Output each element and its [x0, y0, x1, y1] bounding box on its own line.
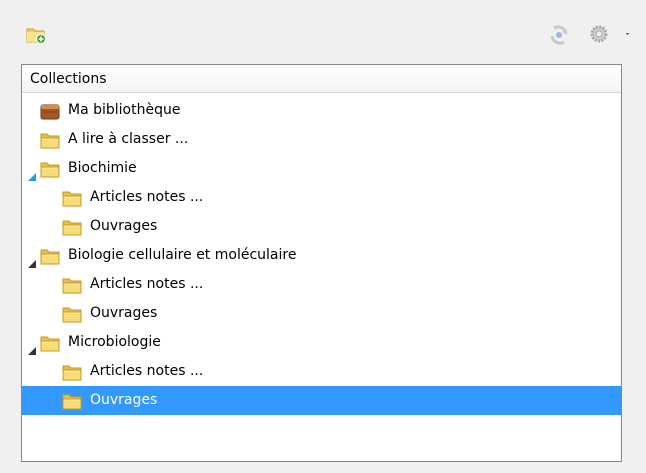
collection-label: Ouvrages — [90, 218, 158, 234]
collapse-twisty-icon[interactable] — [27, 164, 37, 181]
collection-label: Ma bibliothèque — [68, 102, 181, 118]
collapse-twisty-icon[interactable] — [27, 251, 37, 268]
collection-label: Biochimie — [68, 160, 137, 176]
collection-item[interactable]: Microbiologie — [22, 328, 621, 357]
collection-item[interactable]: Ouvrages — [22, 212, 621, 241]
gear-icon[interactable] — [588, 23, 632, 45]
folder-icon — [62, 276, 82, 294]
folder-icon — [40, 160, 60, 178]
collection-label: A lire à classer ... — [68, 131, 189, 147]
collection-label: Ouvrages — [90, 392, 158, 408]
collection-label: Biologie cellulaire et moléculaire — [68, 247, 297, 263]
collection-item[interactable]: Articles notes ... — [22, 183, 621, 212]
collection-item[interactable]: Articles notes ... — [22, 270, 621, 299]
collection-label: Microbiologie — [68, 334, 161, 350]
library-icon — [40, 102, 60, 120]
collections-header: Collections — [22, 65, 621, 93]
collection-label: Ouvrages — [90, 305, 158, 321]
folder-icon — [62, 189, 82, 207]
collection-item[interactable]: Ma bibliothèque — [22, 96, 621, 125]
folder-icon — [40, 131, 60, 149]
collapse-twisty-icon[interactable] — [27, 338, 37, 355]
collection-item[interactable]: Biologie cellulaire et moléculaire — [22, 241, 621, 270]
collection-item[interactable]: Biochimie — [22, 154, 621, 183]
folder-icon — [62, 305, 82, 323]
folder-add-icon[interactable] — [26, 26, 46, 44]
collection-label: Articles notes ... — [90, 189, 204, 205]
collection-item[interactable]: A lire à classer ... — [22, 125, 621, 154]
collection-label: Articles notes ... — [90, 276, 204, 292]
collection-item[interactable]: Ouvrages — [22, 299, 621, 328]
sync-icon[interactable] — [548, 24, 570, 46]
collection-item[interactable]: Articles notes ... — [22, 357, 621, 386]
collection-label: Articles notes ... — [90, 363, 204, 379]
folder-icon — [40, 334, 60, 352]
folder-icon — [62, 218, 82, 236]
folder-icon — [62, 363, 82, 381]
collection-item[interactable]: Ouvrages — [22, 386, 621, 415]
folder-icon — [62, 392, 82, 410]
toolbar — [0, 0, 646, 56]
collections-pane: Collections Ma bibliothèque A lire à clas… — [21, 64, 622, 462]
folder-icon — [40, 247, 60, 265]
